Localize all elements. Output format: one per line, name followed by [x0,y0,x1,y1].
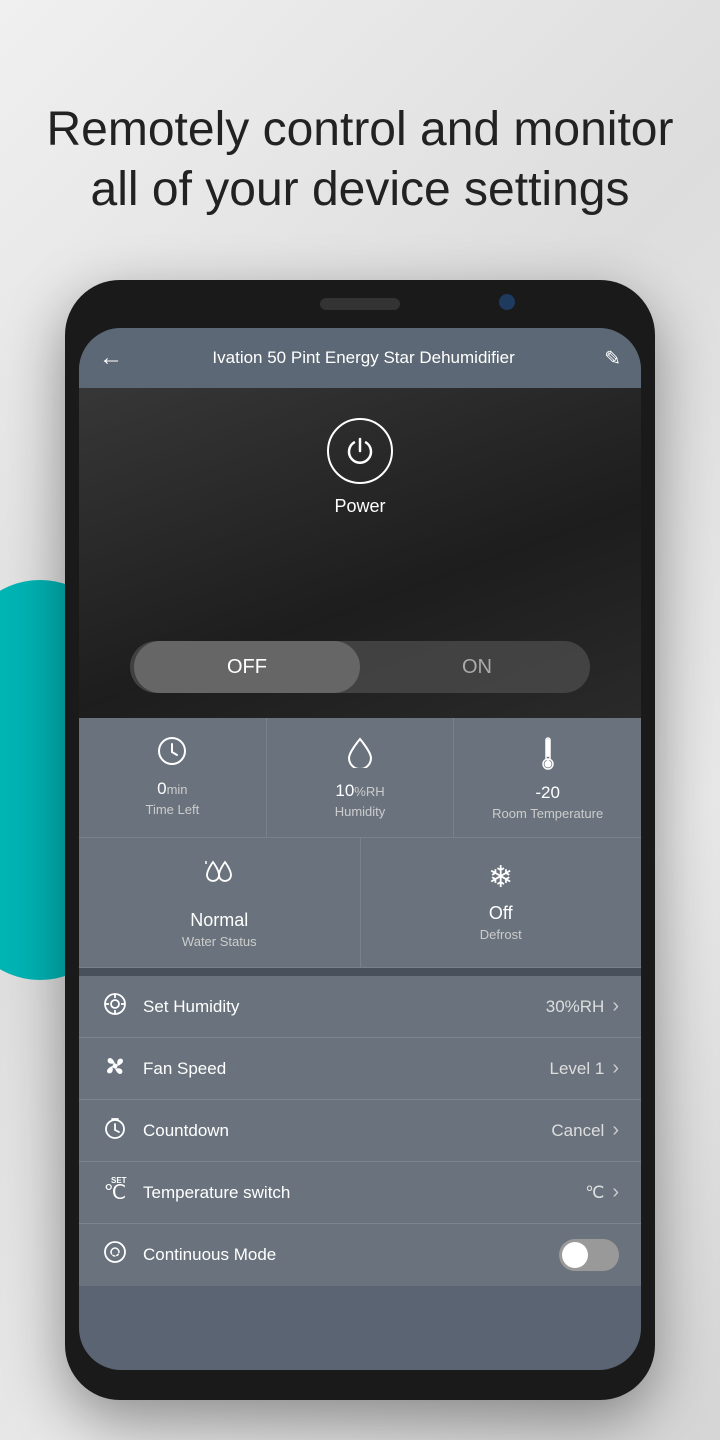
status-row: Normal Water Status ❄ Off Defrost [79,838,641,968]
section-divider [79,968,641,976]
menu-item-temp-switch[interactable]: ℃ SET Temperature switch ℃ › [79,1162,641,1224]
set-humidity-value: 30%RH [546,997,605,1017]
status-water: Normal Water Status [79,838,361,967]
stat-humidity: 10%RH Humidity [267,718,455,837]
countdown-value: Cancel [551,1121,604,1141]
countdown-chevron: › [612,1119,619,1142]
set-humidity-chevron: › [612,995,619,1018]
time-left-label: Time Left [145,802,199,817]
page-header: Remotely control and monitor all of your… [0,100,720,220]
continuous-mode-label: Continuous Mode [143,1245,559,1265]
water-status-value: Normal [190,910,248,931]
defrost-icon: ❄ [488,860,513,895]
humidity-unit: %RH [354,784,384,799]
power-label: Power [334,496,385,517]
temp-switch-value: ℃ [585,1183,604,1203]
edit-button[interactable]: ✎ [604,346,621,371]
room-temp-label: Room Temperature [492,806,603,821]
humidity-label: Humidity [335,804,386,819]
toggle-off-button[interactable]: OFF [134,641,360,693]
menu-item-set-humidity[interactable]: Set Humidity 30%RH › [79,976,641,1038]
phone-screen: ← Ivation 50 Pint Energy Star Dehumidifi… [79,328,641,1370]
time-left-value: 0 [157,779,166,798]
set-humidity-icon [101,992,129,1022]
app-header: ← Ivation 50 Pint Energy Star Dehumidifi… [79,328,641,388]
temp-switch-icon: ℃ SET [101,1180,129,1205]
power-toggle[interactable]: OFF ON [130,641,590,693]
phone-camera [499,294,515,310]
phone-frame: ← Ivation 50 Pint Energy Star Dehumidifi… [65,280,655,1400]
toggle-on-button[interactable]: ON [364,641,590,693]
power-button[interactable] [327,418,393,484]
continuous-mode-toggle[interactable] [559,1239,619,1271]
menu-item-continuous-mode[interactable]: Continuous Mode [79,1224,641,1286]
countdown-icon [101,1116,129,1146]
defrost-label: Defrost [480,927,522,942]
menu-item-fan-speed[interactable]: Fan Speed Level 1 › [79,1038,641,1100]
defrost-value: Off [489,903,513,924]
page-title: Remotely control and monitor all of your… [40,100,680,220]
water-status-icon [197,860,241,902]
humidity-icon [346,736,374,775]
fan-speed-chevron: › [612,1057,619,1080]
countdown-label: Countdown [143,1121,551,1141]
fan-speed-value: Level 1 [550,1059,605,1079]
temp-switch-label: Temperature switch [143,1183,585,1203]
menu-item-countdown[interactable]: Countdown Cancel › [79,1100,641,1162]
water-status-label: Water Status [182,934,257,949]
power-section: Power OFF ON [79,388,641,718]
set-humidity-label: Set Humidity [143,997,546,1017]
temp-switch-chevron: › [612,1181,619,1204]
menu-section: Set Humidity 30%RH › Fan Speed Level 1 [79,976,641,1286]
continuous-mode-icon [101,1240,129,1270]
time-left-unit: min [167,782,188,797]
back-button[interactable]: ← [99,344,123,372]
stat-time-left: 0min Time Left [79,718,267,837]
phone-notch [320,298,400,310]
status-defrost: ❄ Off Defrost [361,838,642,967]
clock-icon [157,736,187,773]
thermometer-icon [539,736,557,777]
stats-row: 0min Time Left 10%RH Humidity [79,718,641,838]
power-button-area: Power [327,418,393,517]
room-temp-value: -20 [535,783,560,802]
app-title: Ivation 50 Pint Energy Star Dehumidifier [133,348,594,368]
stat-room-temp: -20 Room Temperature [454,718,641,837]
fan-speed-label: Fan Speed [143,1059,550,1079]
fan-icon [101,1054,129,1084]
humidity-value: 10 [335,781,354,800]
